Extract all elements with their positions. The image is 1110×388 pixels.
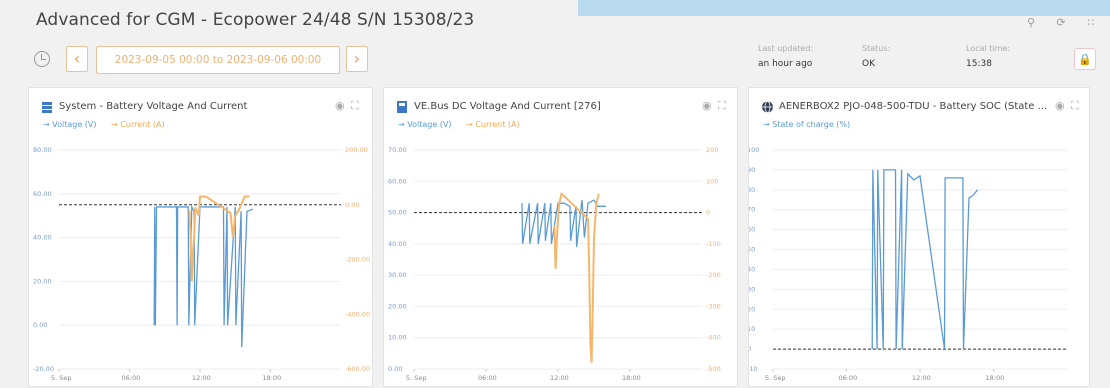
status: Status: OK (862, 44, 890, 69)
x-tick-label: 06:00 (478, 374, 497, 382)
x-tick-label: 12:00 (550, 374, 569, 382)
x-tick-label: 06:00 (839, 374, 858, 382)
y-tick-label: 0 (749, 345, 751, 353)
x-tick-label: 18:00 (263, 374, 282, 382)
y-tick-label: 10.00 (388, 334, 407, 342)
y-tick-label: -20.00 (33, 365, 54, 373)
chart-panel-soc: AENERBOX2 PJO-048-500-TDU - Battery SOC … (748, 87, 1090, 387)
date-range-picker[interactable]: 2023-09-05 00:00 to 2023-09-06 00:00 (96, 46, 340, 74)
chart-panel-battery: System - Battery Voltage And Current ◉ ⛶… (28, 87, 373, 387)
y2-tick-label: -400.00 (345, 310, 370, 318)
y2-tick-label: -400 (706, 334, 721, 342)
y-tick-label: 100 (749, 146, 759, 154)
chart-panel-vebus: VE.Bus DC Voltage And Current [276] ◉ ⛶ … (383, 87, 738, 387)
y-tick-label: 50.00 (388, 209, 407, 217)
y-tick-label: 0.00 (388, 365, 402, 373)
settings-icon[interactable]: ∷ (1084, 16, 1098, 29)
clock-icon[interactable] (34, 51, 50, 67)
prev-range-button[interactable]: ‹ (66, 46, 88, 72)
y2-tick-label: -300 (706, 302, 721, 310)
y-tick-label: 80.00 (33, 146, 52, 154)
y2-tick-label: -200 (706, 271, 721, 279)
x-tick-label: 5. Sep (51, 374, 72, 382)
series-line (871, 169, 979, 350)
lock-button[interactable]: 🔒 (1074, 48, 1096, 70)
top-banner (578, 0, 1110, 16)
y-tick-label: 70 (749, 206, 755, 214)
y-tick-label: 60 (749, 226, 755, 234)
last-updated-value: an hour ago (758, 59, 813, 69)
y-tick-label: 40 (749, 265, 755, 273)
y2-tick-label: 200.00 (345, 146, 368, 154)
y-tick-label: 30 (749, 285, 755, 293)
x-tick-label: 18:00 (986, 374, 1005, 382)
y-tick-label: 60.00 (388, 177, 407, 185)
top-toolbar: ⚲ ⟳ ∷ (1024, 16, 1098, 29)
local-time: Local time: 15:38 (966, 44, 1010, 69)
y-tick-label: 20.00 (33, 277, 52, 285)
search-icon[interactable]: ⚲ (1024, 16, 1038, 29)
y-tick-label: 0.00 (33, 321, 47, 329)
y-tick-label: 90 (749, 166, 755, 174)
y-tick-label: 10 (749, 325, 755, 333)
y2-tick-label: 100 (706, 177, 718, 185)
x-tick-label: 5. Sep (765, 374, 786, 382)
y-tick-label: 20.00 (388, 302, 407, 310)
chart-plot[interactable]: 70.00 60.00 50.00 40.00 30.00 20.00 10.00 0.00 2… (384, 88, 739, 388)
x-tick-label: 5. Sep (406, 374, 427, 382)
x-tick-label: 06:00 (122, 374, 141, 382)
y2-tick-label: 0 (706, 209, 710, 217)
local-time-value: 15:38 (966, 59, 992, 69)
y-tick-label: 80 (749, 186, 755, 194)
y-tick-label: 50 (749, 246, 755, 254)
refresh-icon[interactable]: ⟳ (1054, 16, 1068, 29)
y2-tick-label: 200 (706, 146, 718, 154)
y2-tick-label: -100 (706, 240, 721, 248)
local-time-label: Local time: (966, 44, 1011, 53)
y-tick-label: 20 (749, 305, 755, 313)
y-tick-label: -10 (749, 365, 758, 373)
y-tick-label: 40.00 (33, 234, 52, 242)
y-tick-label: 70.00 (388, 146, 407, 154)
page-title: Advanced for CGM - Ecopower 24/48 S/N 15… (36, 10, 475, 30)
status-value: OK (862, 59, 875, 69)
last-updated-label: Last updated: (758, 44, 814, 53)
y2-tick-label: -200.00 (345, 256, 370, 264)
status-label: Status: (862, 44, 891, 53)
x-tick-label: 12:00 (192, 374, 211, 382)
next-range-button[interactable]: › (346, 46, 368, 72)
y2-tick-label: -500 (706, 365, 721, 373)
y2-tick-label: -600.00 (345, 365, 370, 373)
series-line (153, 204, 254, 348)
y-tick-label: 30.00 (388, 271, 407, 279)
x-tick-label: 12:00 (912, 374, 931, 382)
chart-plot[interactable]: 1009080706050403020100-105. Sep06:0012:0… (749, 88, 1091, 388)
chart-plot[interactable]: 80.00 60.00 40.00 20.00 0.00 -20.00 200.00 0.00… (29, 88, 374, 388)
last-updated: Last updated: an hour ago (758, 44, 813, 69)
y-tick-label: 60.00 (33, 190, 52, 198)
y-tick-label: 40.00 (388, 240, 407, 248)
x-tick-label: 18:00 (622, 374, 641, 382)
y2-tick-label: 0.00 (345, 201, 359, 209)
